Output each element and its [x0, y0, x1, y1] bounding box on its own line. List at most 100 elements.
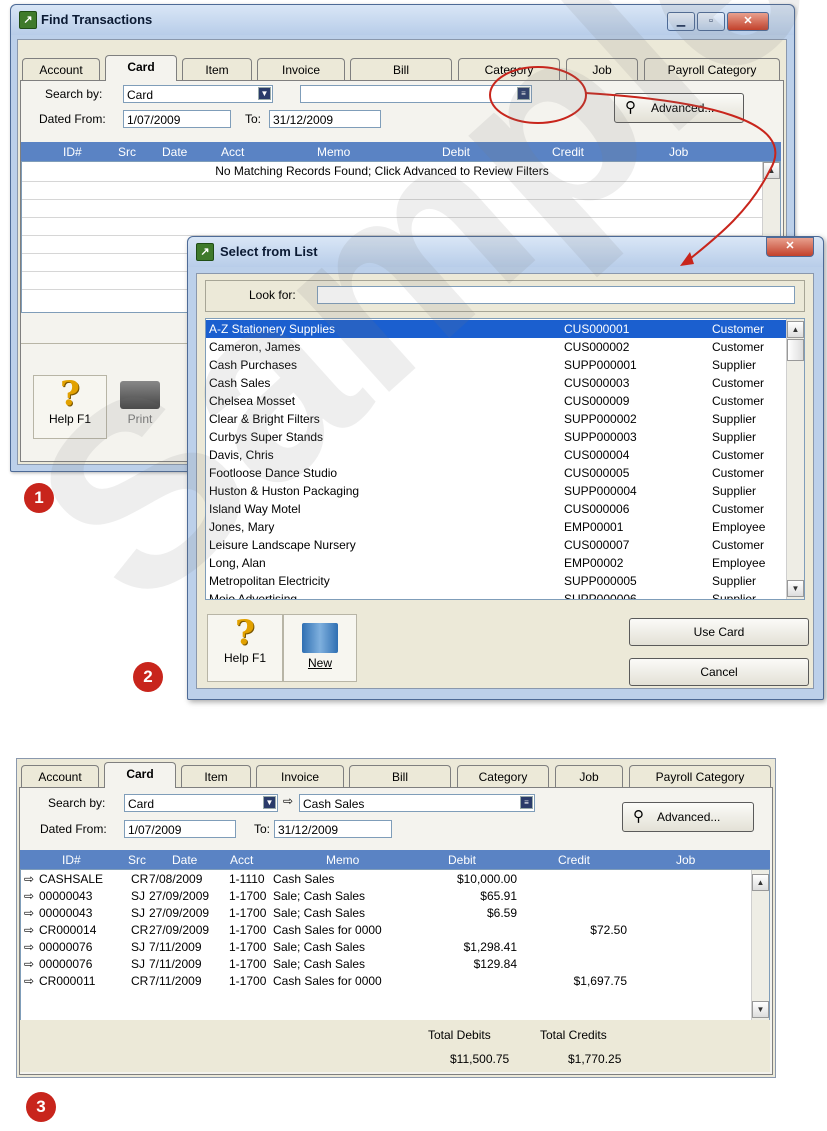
cell-credit: $72.50	[590, 923, 627, 937]
zoom-arrow-icon[interactable]: ⇨	[24, 956, 34, 973]
results-scrollbar[interactable]: ▲ ▼	[751, 870, 769, 1020]
list-item[interactable]: Island Way Motel CUS000006 Customer	[206, 500, 786, 518]
cancel-button[interactable]: Cancel	[629, 658, 809, 686]
printer-icon	[120, 381, 160, 409]
cell-src: SJ	[131, 906, 146, 920]
list-item[interactable]: Cash Sales CUS000003 Customer	[206, 374, 786, 392]
list-item[interactable]: Footloose Dance Studio CUS000005 Customer	[206, 464, 786, 482]
tab-payroll-category[interactable]: Payroll Category	[629, 765, 771, 788]
card-type: Supplier	[712, 412, 757, 426]
totals-area: Total Debits Total Credits $11,500.75 $1…	[20, 1020, 770, 1072]
cell-id: 00000043	[39, 889, 93, 903]
list-item[interactable]: Clear & Bright Filters SUPP000002 Supplier	[206, 410, 786, 428]
scroll-up-icon[interactable]: ▲	[787, 321, 804, 338]
card-type: Customer	[712, 448, 765, 462]
card-type: Supplier	[712, 358, 757, 372]
zoom-arrow-icon[interactable]: ⇨	[24, 888, 34, 905]
cell-src: CR	[131, 923, 149, 937]
card-id: SUPP000005	[564, 574, 637, 588]
scroll-down-icon[interactable]: ▼	[787, 580, 804, 597]
card-type: Supplier	[712, 430, 757, 444]
zoom-arrow-icon[interactable]: ⇨	[24, 939, 34, 956]
col-id: ID#	[62, 853, 81, 867]
help-button[interactable]: ? Help F1	[33, 375, 107, 439]
card-type: Customer	[712, 340, 765, 354]
search-icon: ⚲	[633, 808, 644, 825]
card-name: Long, Alan	[209, 556, 266, 570]
list-item[interactable]: Davis, Chris CUS000004 Customer	[206, 446, 786, 464]
zoom-arrow-icon[interactable]: ⇨	[24, 973, 34, 990]
zoom-arrow-icon[interactable]: ⇨	[24, 922, 34, 939]
list-item[interactable]: Chelsea Mosset CUS000009 Customer	[206, 392, 786, 410]
annotation-arrow	[584, 92, 777, 263]
advanced-button[interactable]: ⚲ Advanced...	[622, 802, 754, 832]
search-by-select[interactable]: Card	[124, 794, 278, 812]
list-item[interactable]: Jones, Mary EMP00001 Employee	[206, 518, 786, 536]
card-list-scrollbar[interactable]: ▲ ▼	[786, 319, 804, 599]
card-tab-panel: Search by: Card ▼ ⇨ Cash Sales ≡ Dated F…	[19, 787, 773, 1075]
cell-acct: 1-1700	[229, 923, 267, 937]
table-row[interactable]: ⇨ CASHSALE CR 7/08/2009 1-1110 Cash Sales $10,…	[21, 871, 769, 888]
dated-from-field[interactable]: 1/07/2009	[124, 820, 236, 838]
card-id: SUPP000001	[564, 358, 637, 372]
card-name: Cash Purchases	[209, 358, 298, 372]
table-row[interactable]: ⇨ 00000043 SJ 27/09/2009 1-1700 Sale; Cash Sa…	[21, 888, 769, 905]
tab-job[interactable]: Job	[555, 765, 623, 788]
zoom-arrow-icon[interactable]: ⇨	[24, 871, 34, 888]
results-list-header: ID# Src Date Acct Memo Debit Credit Job	[20, 850, 770, 869]
cell-debit: $6.59	[486, 906, 517, 920]
list-item[interactable]: Huston & Huston Packaging SUPP000004 Suppl…	[206, 482, 786, 500]
new-button[interactable]: New	[283, 614, 357, 682]
tab-bill[interactable]: Bill	[349, 765, 451, 788]
table-row[interactable]: ⇨ CR000014 CR 27/09/2009 1-1700 Cash Sales fo…	[21, 922, 769, 939]
scroll-up-icon[interactable]: ▲	[752, 874, 769, 891]
list-item[interactable]: Cash Purchases SUPP000001 Supplier	[206, 356, 786, 374]
list-item[interactable]: Metropolitan Electricity SUPP000005 Suppli…	[206, 572, 786, 590]
list-item[interactable]: Long, Alan EMP00002 Employee	[206, 554, 786, 572]
card-name: Clear & Bright Filters	[209, 412, 320, 426]
card-search-field[interactable]: Cash Sales	[299, 794, 535, 812]
to-date-field[interactable]: 31/12/2009	[274, 820, 392, 838]
print-label: Print	[127, 412, 153, 426]
tab-invoice[interactable]: Invoice	[256, 765, 344, 788]
new-label: New	[307, 656, 332, 670]
chevron-down-icon[interactable]: ▼	[263, 796, 276, 809]
cell-acct: 1-1700	[229, 940, 267, 954]
card-link-arrow-icon[interactable]: ⇨	[283, 794, 293, 808]
list-item[interactable]: Cameron, James CUS000002 Customer	[206, 338, 786, 356]
tab-account[interactable]: Account	[21, 765, 99, 788]
card-name: Metropolitan Electricity	[209, 574, 330, 588]
list-item[interactable]: A-Z Stationery Supplies CUS000001 Customer	[206, 320, 786, 338]
cell-src: SJ	[131, 889, 146, 903]
card-id: EMP00001	[564, 520, 624, 534]
table-row[interactable]: ⇨ 00000076 SJ 7/11/2009 1-1700 Sale; Cash Sal…	[21, 939, 769, 956]
use-card-button[interactable]: Use Card	[629, 618, 809, 646]
col-credit: Credit	[558, 853, 591, 867]
tab-card[interactable]: Card	[104, 762, 176, 788]
scroll-down-icon[interactable]: ▼	[752, 1001, 769, 1018]
card-list[interactable]: A-Z Stationery Supplies CUS000001 Customer…	[205, 318, 805, 600]
card-id: SUPP000004	[564, 484, 637, 498]
help-button[interactable]: ? Help F1	[207, 614, 283, 682]
card-name: Cameron, James	[209, 340, 301, 354]
list-item[interactable]: Curbys Super Stands SUPP000003 Supplier	[206, 428, 786, 446]
print-button[interactable]: Print	[107, 375, 173, 437]
table-row[interactable]: ⇨ 00000043 SJ 27/09/2009 1-1700 Sale; Cash Sa…	[21, 905, 769, 922]
card-id: CUS000002	[564, 340, 630, 354]
cell-debit: $129.84	[473, 957, 517, 971]
list-item[interactable]: Mojo Advertising SUPP000006 Supplier	[206, 590, 786, 599]
table-row[interactable]: ⇨ CR000011 CR 7/11/2009 1-1700 Cash Sales for…	[21, 973, 769, 990]
table-row[interactable]: ⇨ 00000076 SJ 7/11/2009 1-1700 Sale; Cash Sal…	[21, 956, 769, 973]
list-lookup-icon[interactable]: ≡	[520, 796, 533, 809]
col-acct: Acct	[230, 853, 254, 867]
tab-category[interactable]: Category	[457, 765, 549, 788]
results-list[interactable]: ⇨ CASHSALE CR 7/08/2009 1-1110 Cash Sales $10,…	[20, 869, 770, 1021]
help-icon: ?	[60, 374, 80, 414]
list-item[interactable]: Leisure Landscape Nursery CUS000007 Custom…	[206, 536, 786, 554]
cell-acct: 1-1700	[229, 889, 267, 903]
total-credits-value: $1,770.25	[568, 1052, 622, 1066]
tab-item[interactable]: Item	[181, 765, 251, 788]
card-name: Jones, Mary	[209, 520, 275, 534]
scroll-thumb[interactable]	[787, 339, 804, 361]
zoom-arrow-icon[interactable]: ⇨	[24, 905, 34, 922]
